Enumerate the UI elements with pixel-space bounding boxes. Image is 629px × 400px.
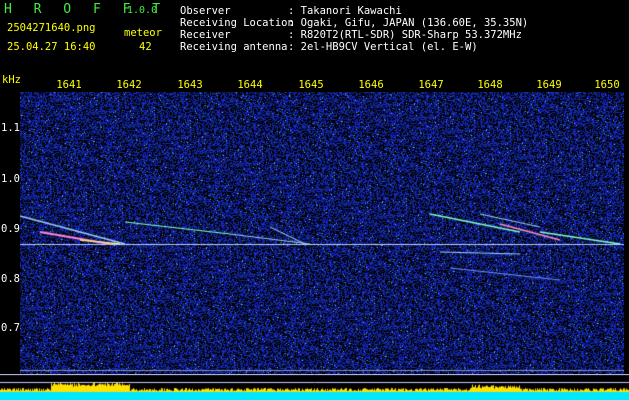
time-tick-label: 1649 — [536, 79, 562, 91]
spectrogram-canvas — [20, 92, 624, 374]
info-value-antenna: : 2el-HB9CV Vertical (el. E-W) — [288, 41, 478, 53]
frequency-tick-label: 0.9 — [1, 223, 20, 235]
file-name: 2504271640.png — [7, 22, 96, 34]
time-tick-label: 1642 — [116, 79, 142, 91]
frequency-tick-label: 0.7 — [1, 322, 20, 334]
time-tick-label: 1641 — [56, 79, 82, 91]
info-label-receiver: Receiver — [180, 29, 231, 41]
app-version: 1.0.0 — [127, 5, 158, 16]
info-value-location: : Ogaki, Gifu, JAPAN (136.60E, 35.35N) — [288, 17, 529, 29]
frequency-tick-label: 1.1 — [1, 122, 20, 134]
frequency-tick-label: 0.8 — [1, 273, 20, 285]
meteor-count: 42 — [139, 41, 152, 53]
time-tick-label: 1644 — [237, 79, 263, 91]
frequency-tick-label: 1.0 — [1, 173, 20, 185]
header-panel: H R O F F T 1.0.0 2504271640.png meteor … — [0, 0, 629, 74]
info-label-observer: Observer — [180, 5, 231, 17]
info-value-receiver: : R820T2(RTL-SDR) SDR-Sharp 53.372MHz — [288, 29, 522, 41]
time-tick-label: 1645 — [298, 79, 324, 91]
y-axis-unit: kHz — [2, 74, 21, 86]
time-tick-label: 1647 — [418, 79, 444, 91]
meteor-label: meteor — [124, 27, 162, 39]
time-tick-label: 1646 — [358, 79, 384, 91]
time-tick-label: 1650 — [594, 79, 620, 91]
info-label-antenna: Receiving antenna — [180, 41, 288, 53]
signal-level-bar — [0, 374, 629, 400]
info-label-location: Receiving Location — [180, 17, 294, 29]
info-value-observer: : Takanori Kawachi — [288, 5, 402, 17]
time-tick-label: 1648 — [477, 79, 503, 91]
date-time: 25.04.27 16:40 — [7, 41, 96, 53]
time-tick-label: 1643 — [177, 79, 203, 91]
